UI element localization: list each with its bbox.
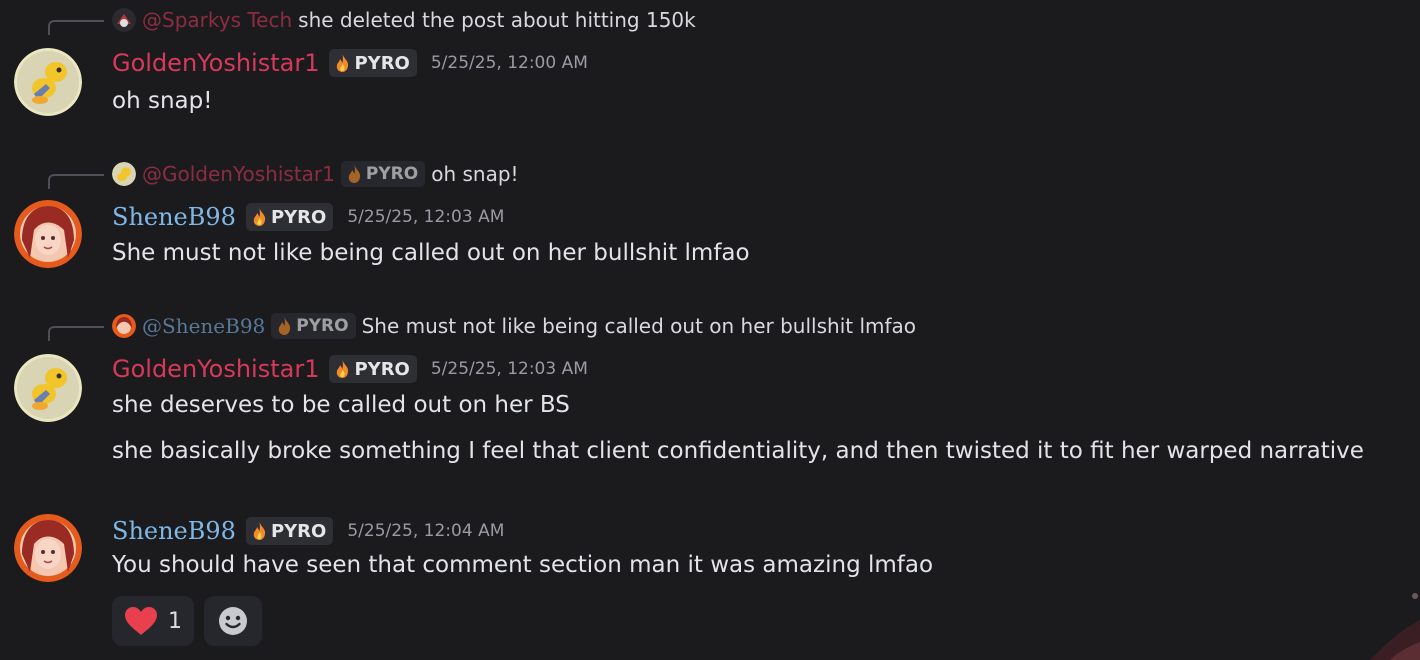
reply-author[interactable]: @Sparkys Tech xyxy=(142,8,292,32)
smiley-icon xyxy=(219,607,247,635)
reply-connector xyxy=(48,326,104,341)
pyro-badge[interactable]: PYRO xyxy=(245,517,334,545)
avatar-shene[interactable] xyxy=(14,200,82,268)
message-text: She must not like being called out on he… xyxy=(112,240,750,266)
pyro-badge: PYRO xyxy=(340,161,426,187)
timestamp: 5/25/25, 12:03 AM xyxy=(430,359,588,379)
badge-label: PYRO xyxy=(270,520,327,542)
yoshi-avatar-icon xyxy=(14,48,82,116)
yoshi-avatar-icon xyxy=(14,354,82,422)
timestamp: 5/25/25, 12:00 AM xyxy=(430,53,588,73)
pyro-badge[interactable]: PYRO xyxy=(329,49,417,77)
reply-preview[interactable]: @Sparkys Tech she deleted the post about… xyxy=(112,7,696,33)
badge-label: PYRO xyxy=(365,164,419,184)
pyro-badge[interactable]: PYRO xyxy=(329,355,417,383)
reaction-count: 1 xyxy=(168,608,182,634)
heart-reaction[interactable]: 1 xyxy=(112,596,194,646)
timestamp: 5/25/25, 12:03 AM xyxy=(347,207,505,227)
flame-icon xyxy=(337,360,349,378)
reply-preview[interactable]: @GoldenYoshistar1 PYRO oh snap! xyxy=(112,161,519,187)
flame-icon xyxy=(337,54,349,72)
reply-text: She must not like being called out on he… xyxy=(361,314,917,338)
heart-icon xyxy=(125,607,157,635)
message-text: You should have seen that comment sectio… xyxy=(112,552,934,578)
message-header: ShenеB98 PYRO 5/25/25, 12:04 AM xyxy=(112,514,504,548)
username[interactable]: ShenеB98 xyxy=(112,517,236,545)
reply-author[interactable]: @GoldenYoshistar1 xyxy=(142,162,335,186)
username[interactable]: GoldenYoshistar1 xyxy=(112,49,319,77)
flame-icon xyxy=(253,522,266,540)
message-header: GoldenYoshistar1 PYRO 5/25/25, 12:00 AM xyxy=(112,46,588,80)
message-text: she deserves to be called out on her BS xyxy=(112,392,570,418)
reply-connector xyxy=(48,174,104,189)
reply-text: oh snap! xyxy=(431,162,519,186)
badge-label: PYRO xyxy=(296,316,349,336)
message-text: oh snap! xyxy=(112,88,213,114)
flame-icon xyxy=(348,165,361,183)
pyro-badge: PYRO xyxy=(271,313,356,339)
shene-avatar-icon xyxy=(14,514,82,582)
username[interactable]: GoldenYoshistar1 xyxy=(112,355,319,383)
reply-text: she deleted the post about hitting 150k xyxy=(298,8,696,32)
shene-avatar-icon xyxy=(14,200,82,268)
avatar-goldenyoshistar1[interactable] xyxy=(14,354,82,422)
message-header: SheneB98 PYRO 5/25/25, 12:03 AM xyxy=(112,200,504,234)
goldenyoshistar1-mini-avatar-icon xyxy=(112,162,136,186)
reply-author[interactable]: @ShenеB98 xyxy=(142,314,265,338)
flame-icon xyxy=(253,208,266,226)
username[interactable]: SheneB98 xyxy=(112,203,236,231)
message-text: she basically broke something I feel tha… xyxy=(112,438,1364,464)
avatar-goldenyoshistar1[interactable] xyxy=(14,48,82,116)
add-reaction-button[interactable] xyxy=(204,596,262,646)
reactions-bar: 1 xyxy=(112,596,262,646)
reply-preview[interactable]: @ShenеB98 PYRO She must not like being c… xyxy=(112,313,916,339)
flame-icon xyxy=(279,317,291,335)
badge-label: PYRO xyxy=(270,206,327,228)
shene-mini-avatar-icon xyxy=(112,314,136,338)
reply-connector xyxy=(48,20,104,35)
sparkys-tech-avatar-icon xyxy=(112,8,136,32)
message-header: GoldenYoshistar1 PYRO 5/25/25, 12:03 AM xyxy=(112,352,588,386)
avatar-shene[interactable] xyxy=(14,514,82,582)
badge-label: PYRO xyxy=(354,358,410,380)
timestamp: 5/25/25, 12:04 AM xyxy=(347,521,505,541)
badge-label: PYRO xyxy=(354,52,410,74)
corner-decoration-icon xyxy=(1370,593,1420,660)
pyro-badge[interactable]: PYRO xyxy=(245,203,334,231)
